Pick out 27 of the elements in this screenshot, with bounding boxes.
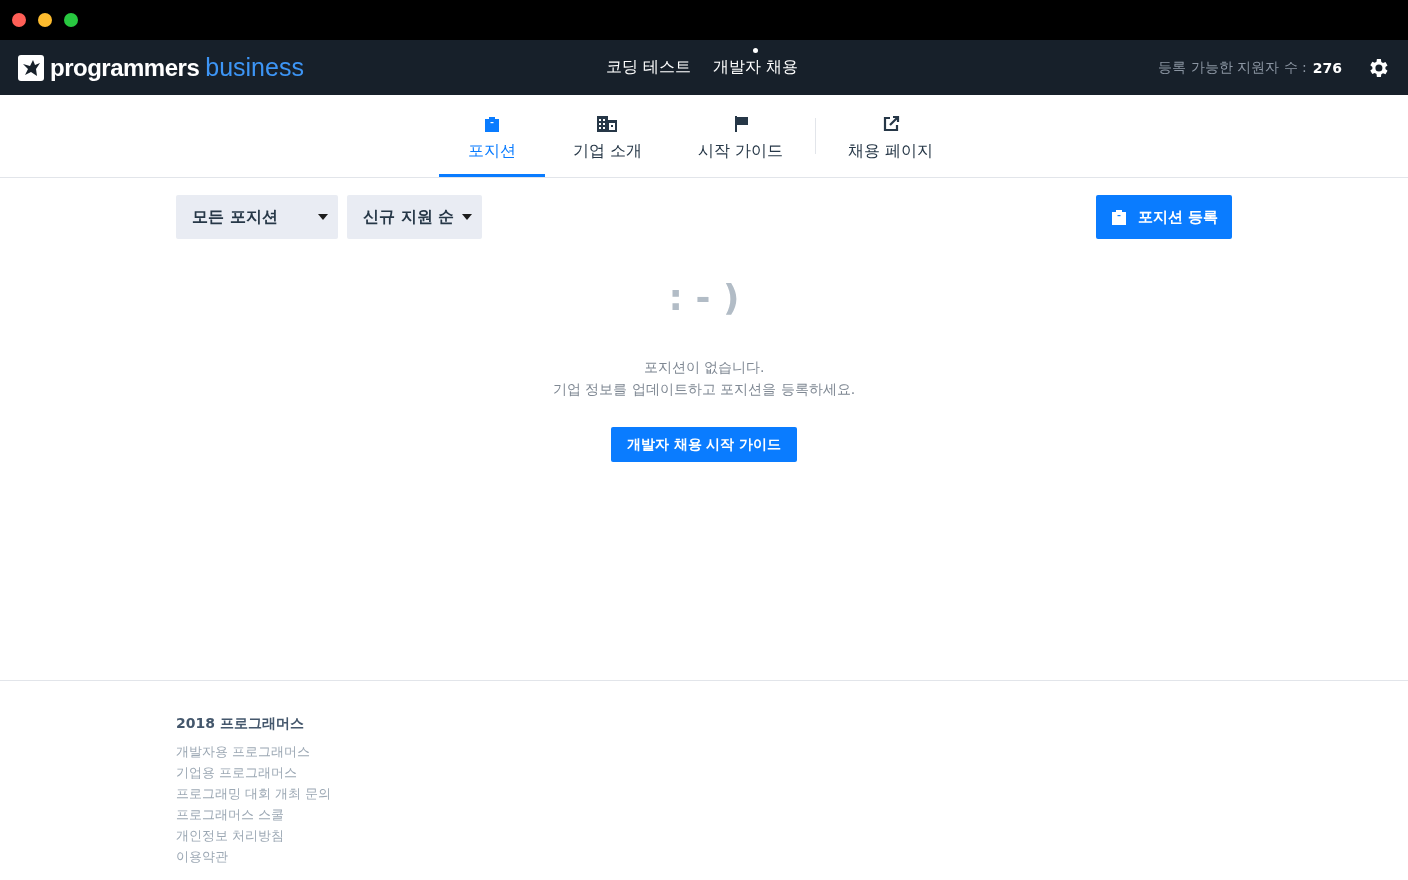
tab[interactable]: 시작 가이드 — [669, 95, 812, 177]
minimize-window-icon[interactable] — [38, 13, 52, 27]
applicant-count-label: 등록 가능한 지원자 수 : — [1158, 58, 1307, 77]
empty-message: 포지션이 없습니다. 기업 정보를 업데이트하고 포지션을 등록하세요. — [552, 358, 856, 399]
filter-dropdown[interactable]: 신규 지원 순 — [347, 195, 483, 239]
caret-icon — [318, 214, 328, 220]
tab[interactable]: 기업 소개 — [544, 95, 670, 177]
maximize-window-icon[interactable] — [64, 13, 78, 27]
briefcase-icon — [482, 115, 501, 133]
logo-subtitle[interactable]: business — [205, 53, 304, 82]
filter-dropdown[interactable]: 모든 포지션 — [176, 195, 338, 239]
close-window-icon[interactable] — [12, 13, 26, 27]
logo-icon[interactable] — [18, 54, 44, 81]
tab[interactable]: 채용 페이지 — [820, 95, 962, 177]
nav-link[interactable]: 개발자 채용 — [713, 56, 799, 78]
applicant-count: 276 — [1312, 59, 1342, 76]
emoticon: : - ) — [668, 277, 740, 318]
building-icon — [596, 115, 619, 133]
footer-title: 2018 프로그래머스 — [176, 715, 304, 733]
caret-icon — [462, 214, 473, 220]
logo-wordmark[interactable]: programmers — [50, 53, 200, 82]
start-guide-button[interactable]: 개발자 채용 시작 가이드 — [610, 427, 798, 462]
register-position-button[interactable]: 포지션 등록 — [1095, 195, 1232, 239]
tab[interactable]: 포지션 — [438, 95, 545, 177]
briefcase-icon — [1109, 208, 1128, 226]
nav-link[interactable]: 코딩 테스트 — [606, 56, 692, 78]
external-link-icon — [881, 115, 900, 133]
